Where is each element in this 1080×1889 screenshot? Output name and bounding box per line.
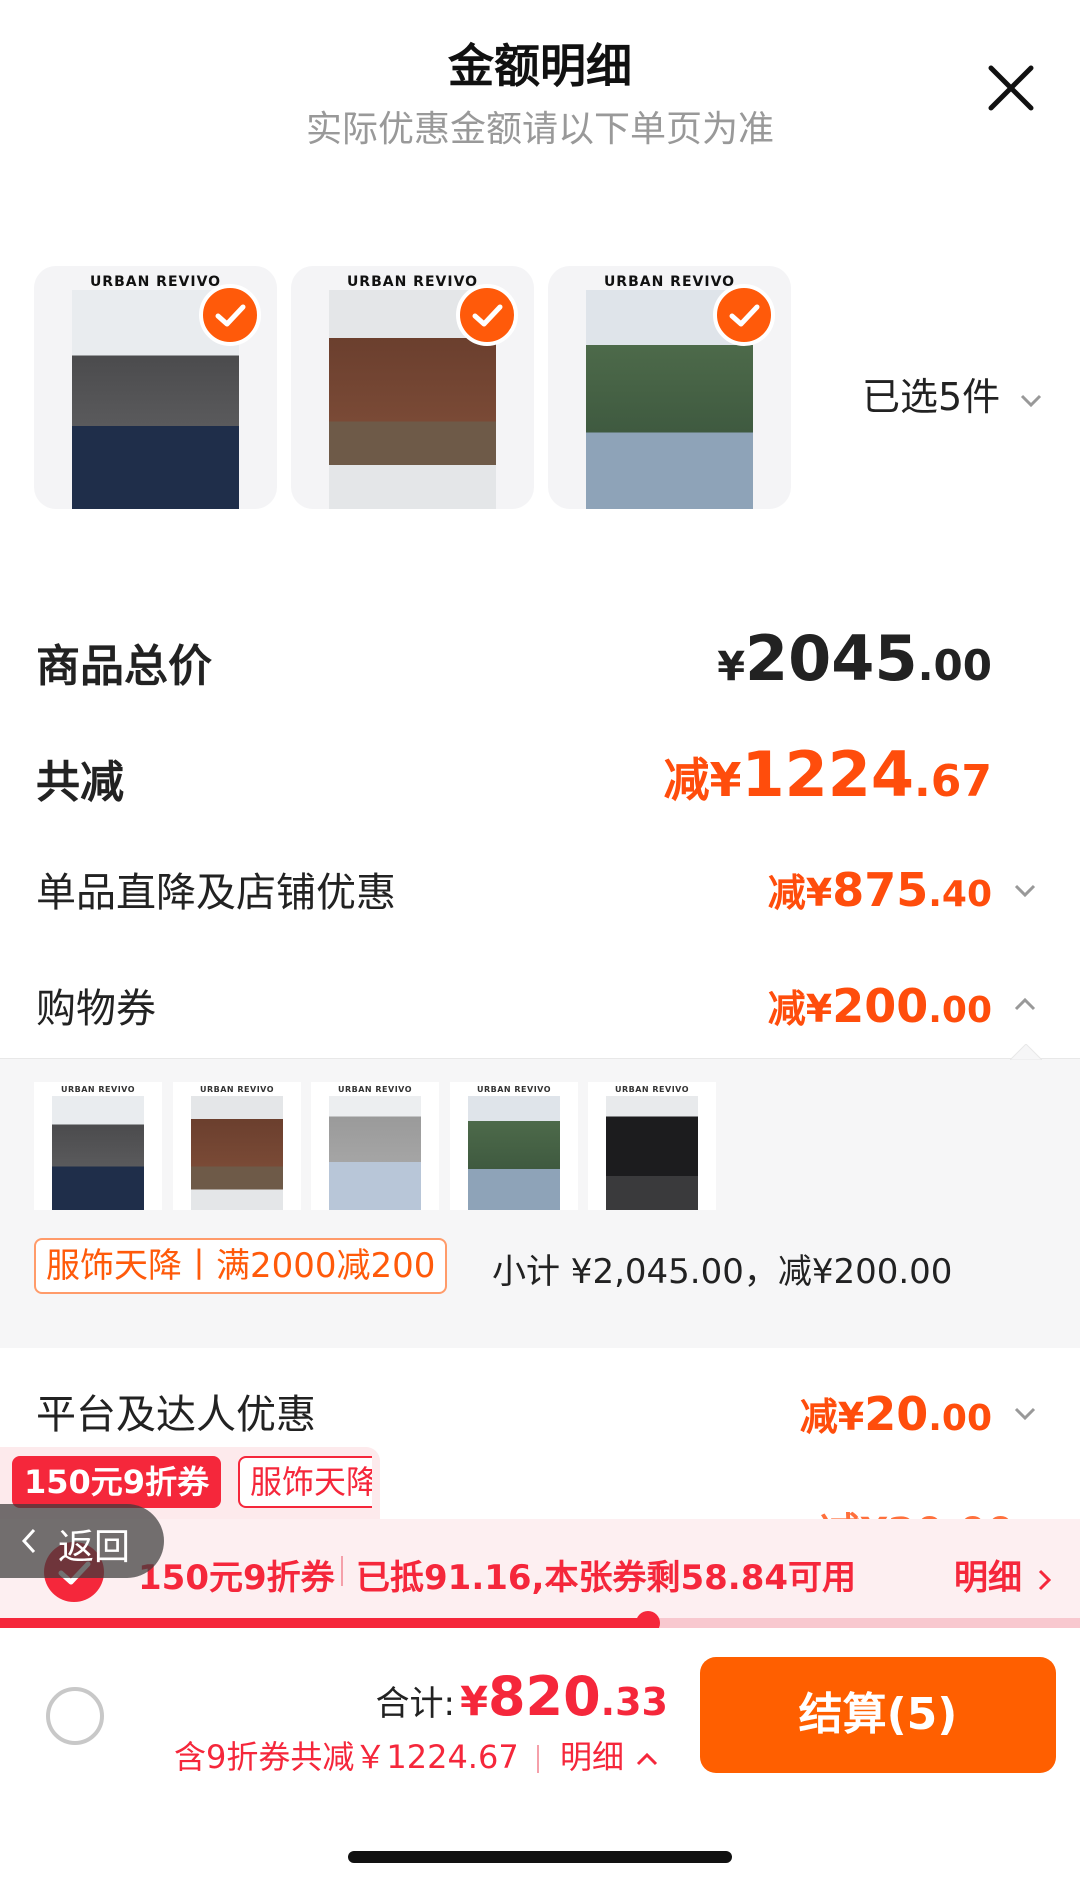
chevron-left-icon xyxy=(21,1528,36,1554)
back-button[interactable]: 返回 xyxy=(0,1504,164,1578)
chevron-down-icon[interactable] xyxy=(1010,875,1040,905)
product-photo xyxy=(329,1096,421,1210)
product-photo xyxy=(468,1096,560,1210)
coupon-product-thumbnail[interactable]: URBAN REVIVO xyxy=(173,1082,301,1210)
chevron-up-icon[interactable] xyxy=(1010,990,1040,1020)
home-indicator xyxy=(348,1851,732,1863)
selected-count-dropdown[interactable]: 已选5件 xyxy=(862,366,1046,421)
coupon-badge[interactable]: 150元9折券 xyxy=(12,1456,222,1508)
footer-detail-link[interactable]: 明细 xyxy=(560,1732,660,1778)
coupon-product-thumbnail[interactable]: URBAN REVIVO xyxy=(34,1082,162,1210)
checkout-button[interactable]: 结算(5) xyxy=(700,1657,1056,1773)
chevron-down-icon xyxy=(1021,394,1042,407)
total-price-label: 商品总价 xyxy=(36,641,212,692)
panel-pointer xyxy=(1010,1044,1042,1060)
selected-check-icon[interactable] xyxy=(713,284,775,346)
selected-product-thumbnail[interactable]: URBAN REVIVO xyxy=(548,266,791,509)
coupon-product-thumbnail[interactable]: URBAN REVIVO xyxy=(450,1082,578,1210)
selected-check-icon[interactable] xyxy=(199,284,261,346)
breakdown-amount[interactable]: 减¥875.40 xyxy=(768,862,992,917)
progress-fill xyxy=(0,1618,648,1628)
brand-logo: URBAN REVIVO xyxy=(199,1085,275,1094)
brand-logo: URBAN REVIVO xyxy=(476,1085,552,1094)
selected-count-label: 已选5件 xyxy=(862,375,1001,419)
hidden-amount: 减¥20.00 xyxy=(820,1500,1014,1520)
product-photo xyxy=(191,1096,283,1210)
breakdown-label: 购物券 xyxy=(36,986,156,1032)
chevron-right-icon xyxy=(1038,1569,1051,1590)
promo-detail-label: 明细 xyxy=(954,1558,1022,1598)
back-label: 返回 xyxy=(58,1527,131,1568)
footer-total: 合计: ¥820.33 xyxy=(375,1665,668,1728)
breakdown-amount[interactable]: 减¥200.00 xyxy=(768,978,992,1033)
promo-detail-link[interactable]: 明细 xyxy=(954,1550,1056,1599)
brand-logo: URBAN REVIVO xyxy=(614,1085,690,1094)
breakdown-amount[interactable]: 减¥20.00 xyxy=(800,1386,992,1441)
coupon-product-thumbnail[interactable]: URBAN REVIVO xyxy=(311,1082,439,1210)
total-price-value: ¥2045.00 xyxy=(717,622,992,695)
footer-savings-text: 含9折券共减￥1224.67 xyxy=(174,1738,519,1776)
coupon-product-thumbnail[interactable]: URBAN REVIVO xyxy=(588,1082,716,1210)
coupon-tag: 服饰天降丨满2000减200 xyxy=(34,1238,448,1294)
page-subtitle: 实际优惠金额请以下单页为准 xyxy=(305,109,774,150)
coupon-subtotal: 小计 ¥2,045.00，减¥200.00 xyxy=(492,1252,953,1292)
footer-detail-label: 明细 xyxy=(560,1738,625,1776)
selected-product-thumbnail[interactable]: URBAN REVIVO xyxy=(291,266,534,509)
total-discount-value: 减¥1224.67 xyxy=(663,738,992,811)
brand-logo: URBAN REVIVO xyxy=(60,1085,136,1094)
select-all-checkbox[interactable] xyxy=(46,1687,104,1745)
selected-check-icon[interactable] xyxy=(456,284,518,346)
selected-product-thumbnail[interactable]: URBAN REVIVO xyxy=(34,266,277,509)
page-title: 金额明细 xyxy=(448,39,632,93)
product-photo xyxy=(606,1096,698,1210)
breakdown-label: 平台及达人优惠 xyxy=(36,1392,316,1438)
product-photo xyxy=(52,1096,144,1210)
close-icon[interactable] xyxy=(985,62,1037,114)
breakdown-label: 单品直降及店铺优惠 xyxy=(36,870,396,916)
chevron-down-icon[interactable] xyxy=(1010,1398,1040,1428)
divider xyxy=(341,1556,343,1586)
chevron-up-icon xyxy=(637,1752,658,1766)
brand-logo: URBAN REVIVO xyxy=(337,1085,413,1094)
divider xyxy=(536,1745,539,1773)
promo-coupon-name: 150元9折券 xyxy=(138,1558,335,1598)
total-discount-label: 共减 xyxy=(36,757,124,808)
promo-coupon-desc: 已抵91.16,本张券剩58.84可用 xyxy=(356,1558,857,1598)
coupon-badge-outline[interactable]: 服饰天降 xyxy=(238,1456,372,1508)
footer-savings: 含9折券共减￥1224.67 xyxy=(174,1732,547,1778)
